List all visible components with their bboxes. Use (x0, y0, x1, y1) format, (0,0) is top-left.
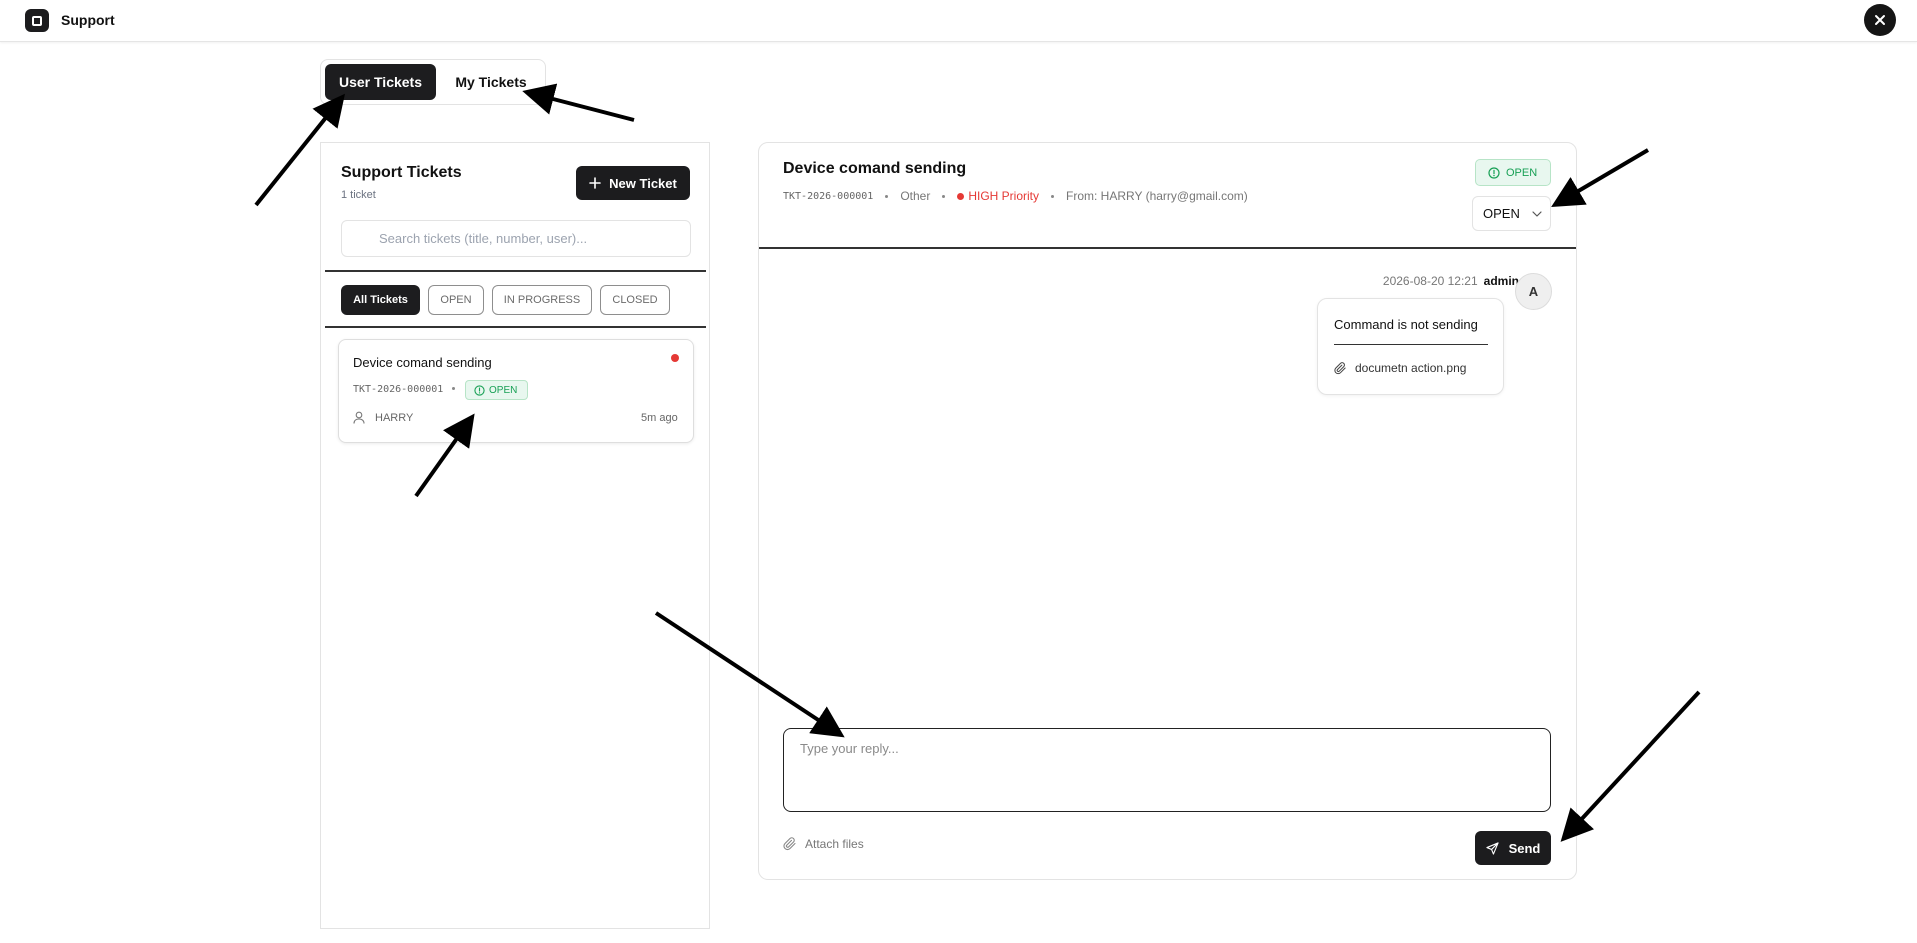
divider (325, 270, 706, 272)
message-timestamp: 2026-08-20 12:21 (1382, 274, 1478, 288)
reply-box (783, 728, 1551, 812)
attach-files-button[interactable]: Attach files (783, 837, 864, 851)
paperclip-icon (1334, 361, 1346, 374)
status-select[interactable]: OPEN (1472, 196, 1551, 231)
tab-my-tickets[interactable]: My Tickets (440, 64, 542, 100)
status-badge-label: OPEN (489, 384, 518, 396)
paperclip-icon (783, 837, 796, 851)
divider (1334, 344, 1488, 345)
attachment-name: documetn action.png (1355, 361, 1467, 375)
message-meta: 2026-08-20 12:21 admin (1359, 274, 1519, 288)
ticket-priority: HIGH Priority (957, 189, 1039, 203)
user-icon (353, 411, 365, 424)
search-input[interactable] (379, 231, 690, 246)
close-icon (1875, 15, 1885, 25)
attachment-link[interactable]: documetn action.png (1334, 361, 1466, 375)
ticket-detail-panel: Device comand sending TKT-2026-000001 Ot… (758, 142, 1577, 880)
ticket-detail-title: Device comand sending (783, 160, 967, 177)
status-badge: OPEN (465, 380, 528, 400)
plus-icon (589, 177, 601, 189)
separator-dot (452, 387, 455, 390)
send-label: Send (1508, 840, 1541, 856)
priority-dot (671, 354, 679, 362)
status-badge: OPEN (1475, 159, 1551, 186)
alert-circle-icon (1488, 166, 1500, 179)
alert-circle-icon (474, 384, 485, 396)
reply-input[interactable] (784, 729, 1550, 811)
attach-files-label: Attach files (805, 837, 864, 851)
ticket-meta: TKT-2026-000001 Other HIGH Priority From… (783, 189, 1248, 203)
annotation-arrow (1560, 690, 1701, 842)
priority-label: HIGH Priority (968, 189, 1039, 203)
chevron-down-icon (1532, 210, 1542, 217)
ticket-list-panel: Support Tickets 1 ticket New Ticket All … (320, 142, 710, 929)
divider (759, 247, 1576, 249)
ticket-time: 5m ago (641, 412, 678, 424)
status-select-value: OPEN (1483, 206, 1520, 221)
ticket-title: Device comand sending (353, 355, 492, 370)
ticket-list-title: Support Tickets (341, 164, 462, 181)
message-author: admin (1483, 274, 1519, 288)
ticket-from: From: HARRY (harry@gmail.com) (1066, 189, 1248, 203)
message-text: Command is not sending (1334, 317, 1478, 332)
ticket-count: 1 ticket (341, 189, 376, 201)
ticket-list-item[interactable]: Device comand sending TKT-2026-000001 OP… (338, 339, 694, 443)
send-button[interactable]: Send (1475, 831, 1551, 865)
priority-dot (957, 192, 965, 200)
separator-dot (1051, 194, 1054, 198)
status-badge-label: OPEN (1506, 166, 1538, 179)
ticket-user: HARRY (375, 412, 414, 424)
close-button[interactable] (1864, 4, 1896, 36)
new-ticket-button[interactable]: New Ticket (576, 166, 690, 200)
message-bubble: Command is not sending documetn action.p… (1317, 298, 1504, 395)
search-box (341, 220, 691, 257)
separator-dot (885, 194, 889, 198)
ticket-category: Other (900, 189, 931, 203)
app-logo-icon (25, 9, 49, 32)
filter-open[interactable]: OPEN (428, 285, 484, 315)
ticket-number: TKT-2026-000001 (353, 384, 444, 395)
app-title: Support (61, 12, 115, 28)
ticket-tabs: User Tickets My Tickets (320, 59, 546, 105)
ticket-number: TKT-2026-000001 (783, 190, 874, 202)
filter-all-tickets[interactable]: All Tickets (341, 285, 420, 315)
tab-user-tickets[interactable]: User Tickets (325, 64, 436, 100)
separator-dot (942, 194, 946, 198)
filter-in-progress[interactable]: IN PROGRESS (492, 285, 592, 315)
top-bar: Support (0, 0, 1917, 42)
new-ticket-label: New Ticket (609, 175, 677, 191)
filter-closed[interactable]: CLOSED (600, 285, 670, 315)
avatar: A (1515, 273, 1552, 310)
divider (325, 326, 706, 328)
send-icon (1485, 841, 1499, 855)
